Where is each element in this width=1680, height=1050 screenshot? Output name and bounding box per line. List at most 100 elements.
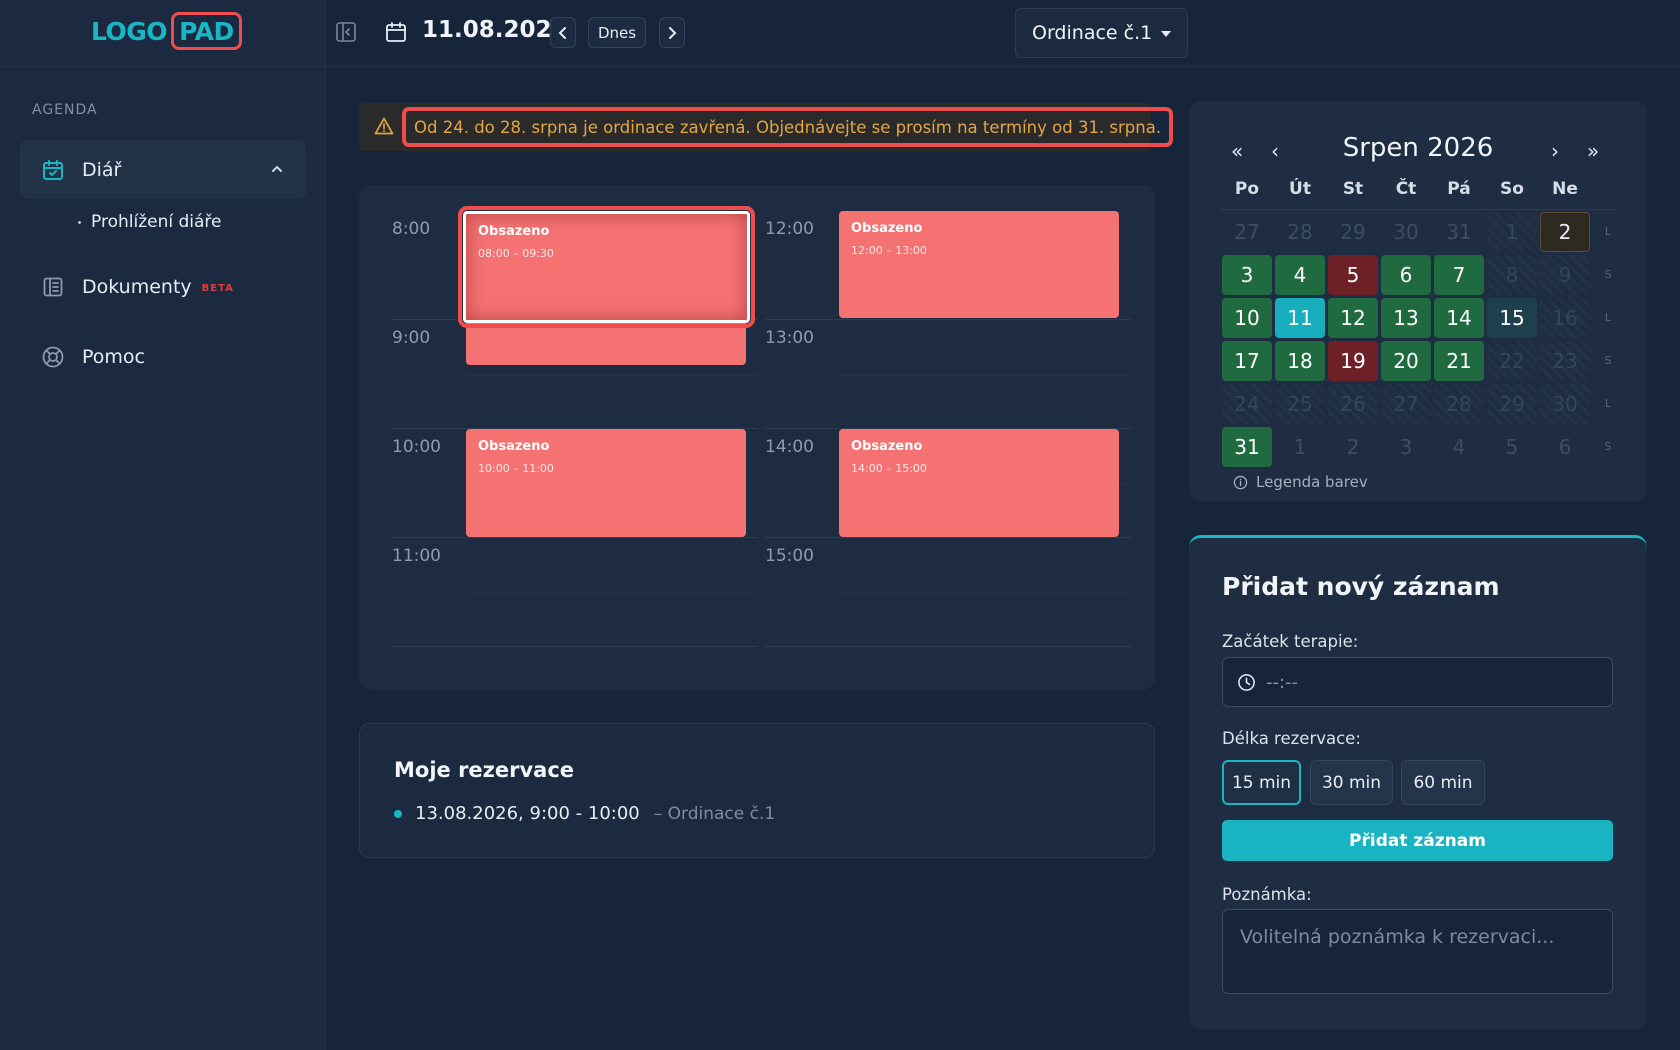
- calendar-day[interactable]: 12: [1328, 298, 1378, 338]
- week-parity-label: S: [1604, 354, 1612, 367]
- calendar-day[interactable]: 19: [1328, 341, 1378, 381]
- hour-label: 15:00: [765, 546, 814, 566]
- calendar-day[interactable]: 5: [1328, 255, 1378, 295]
- closure-notice: Od 24. do 28. srpna je ordinace zavřená.…: [359, 103, 1174, 151]
- busy-slot[interactable]: Obsazeno 12:00 – 13:00: [839, 211, 1119, 318]
- sidebar-item-label: Pomoc: [82, 345, 145, 368]
- calendar-day: 26: [1328, 384, 1378, 424]
- next-month-button[interactable]: ›: [1551, 139, 1559, 163]
- start-time-input[interactable]: --:--: [1222, 657, 1613, 707]
- lifebuoy-icon: [40, 344, 66, 370]
- my-reservations: Moje rezervace 13.08.2026, 9:00 - 10:00 …: [359, 723, 1155, 858]
- caret-down-icon: [1161, 31, 1171, 37]
- week-parity-label: L: [1604, 397, 1612, 410]
- calendar-day: 16: [1540, 298, 1590, 338]
- next-day-button[interactable]: [659, 17, 685, 48]
- calendar-day: 1: [1487, 212, 1537, 252]
- sidebar-subitem-prohlizeni[interactable]: Prohlížení diáře: [78, 212, 221, 232]
- calendar-day: 25: [1275, 384, 1325, 424]
- topbar: 11.08.2026 Dnes Ordinace č.1: [326, 0, 1680, 67]
- calendar-day[interactable]: 13: [1381, 298, 1431, 338]
- busy-slot[interactable]: Obsazeno 14:00 – 15:00: [839, 429, 1119, 537]
- sidebar-item-diar[interactable]: Diář: [20, 140, 306, 199]
- half-hour-line: [839, 593, 1131, 594]
- calendar-day[interactable]: 2: [1540, 212, 1590, 252]
- sidebar-item-pomoc[interactable]: Pomoc: [20, 327, 306, 386]
- calendar-day: 29: [1487, 384, 1537, 424]
- duration-label: Délka rezervace:: [1222, 729, 1361, 748]
- today-button[interactable]: Dnes: [588, 17, 646, 48]
- chevron-up-icon[interactable]: [270, 159, 284, 181]
- busy-slot-time: 12:00 – 13:00: [851, 244, 927, 257]
- add-record-button[interactable]: Přidat záznam: [1222, 820, 1613, 861]
- calendar-day[interactable]: 6: [1381, 255, 1431, 295]
- sidebar-toggle-icon[interactable]: [335, 21, 357, 43]
- weekday-header: So: [1500, 179, 1524, 199]
- calendar-day: 4: [1452, 435, 1466, 459]
- sidebar-item-dokumenty[interactable]: Dokumenty BETA: [20, 257, 306, 316]
- reservation-item[interactable]: 13.08.2026, 9:00 - 10:00 – Ordinace č.1: [394, 803, 775, 824]
- calendar-day: 5: [1505, 435, 1519, 459]
- calendar-day[interactable]: 7: [1434, 255, 1484, 295]
- current-date: 11.08.2026: [422, 17, 568, 43]
- reservations-title: Moje rezervace: [394, 758, 575, 782]
- calendar-day[interactable]: 3: [1222, 255, 1272, 295]
- book-icon: [40, 274, 66, 300]
- calendar-icon: [384, 20, 408, 44]
- calendar-day[interactable]: 11: [1275, 298, 1325, 338]
- calendar-day[interactable]: 31: [1222, 427, 1272, 467]
- next-year-button[interactable]: »: [1587, 139, 1599, 163]
- calendar-day: 30: [1540, 384, 1590, 424]
- duration-15-button[interactable]: 15 min: [1222, 760, 1301, 805]
- bullet-dot: [394, 809, 402, 818]
- chevron-right-icon: [669, 26, 677, 39]
- chevron-left-icon: [558, 26, 566, 39]
- hour-row: 13:00: [765, 320, 1131, 429]
- hour-label: 12:00: [765, 219, 814, 239]
- calendar-day: 8: [1487, 255, 1537, 295]
- weekday-header: Út: [1289, 179, 1311, 199]
- weekday-header: Pá: [1447, 179, 1471, 199]
- calendar-check-icon: [40, 157, 66, 183]
- duration-60-button[interactable]: 60 min: [1401, 760, 1485, 805]
- calendar-day[interactable]: 18: [1275, 341, 1325, 381]
- busy-slot[interactable]: Obsazeno 08:00 – 09:30: [463, 211, 750, 323]
- color-legend-link[interactable]: Legenda barev: [1233, 473, 1368, 491]
- calendar-day: 28: [1434, 384, 1484, 424]
- reservation-datetime: 13.08.2026, 9:00 - 10:00: [415, 803, 640, 824]
- hour-row: 11:00: [392, 538, 758, 647]
- bullet-dot: [78, 220, 81, 224]
- calendar-day: 30: [1393, 220, 1419, 244]
- busy-slot-title: Obsazeno: [851, 439, 923, 454]
- prev-day-button[interactable]: [550, 17, 576, 48]
- busy-slot[interactable]: Obsazeno 10:00 – 11:00: [466, 429, 746, 537]
- reservation-clinic: – Ordinace č.1: [653, 803, 776, 824]
- beta-badge: BETA: [201, 283, 234, 294]
- logo[interactable]: LOGO PAD: [91, 12, 242, 50]
- busy-slot-time: 08:00 – 09:30: [478, 247, 554, 260]
- calendar-day: 22: [1487, 341, 1537, 381]
- busy-slot-title: Obsazeno: [478, 439, 550, 454]
- sidebar: LOGO PAD AGENDA Diář Prohlížení diáře Do…: [0, 0, 326, 1050]
- sidebar-subitem-label: Prohlížení diáře: [91, 212, 222, 232]
- clinic-select[interactable]: Ordinace č.1: [1015, 8, 1188, 58]
- hour-label: 8:00: [392, 219, 431, 239]
- calendar-day: 9: [1540, 255, 1590, 295]
- add-record-form: Přidat nový záznam Začátek terapie: --:-…: [1189, 535, 1647, 1029]
- hour-row: 15:00: [765, 538, 1131, 647]
- note-textarea[interactable]: Volitelná poznámka k rezervaci...: [1222, 909, 1613, 994]
- calendar-day[interactable]: 20: [1381, 341, 1431, 381]
- hour-label: 9:00: [392, 328, 431, 348]
- calendar-day[interactable]: 4: [1275, 255, 1325, 295]
- calendar-day[interactable]: 17: [1222, 341, 1272, 381]
- week-parity-label: S: [1604, 440, 1612, 453]
- calendar-day[interactable]: 15: [1487, 298, 1537, 338]
- calendar-day: 23: [1540, 341, 1590, 381]
- duration-30-button[interactable]: 30 min: [1310, 760, 1393, 805]
- calendar-day[interactable]: 21: [1434, 341, 1484, 381]
- calendar-day[interactable]: 14: [1434, 298, 1484, 338]
- start-time-value: --:--: [1266, 671, 1299, 693]
- calendar-day: 3: [1399, 435, 1413, 459]
- calendar-day[interactable]: 10: [1222, 298, 1272, 338]
- weekday-header: Ne: [1552, 179, 1578, 199]
